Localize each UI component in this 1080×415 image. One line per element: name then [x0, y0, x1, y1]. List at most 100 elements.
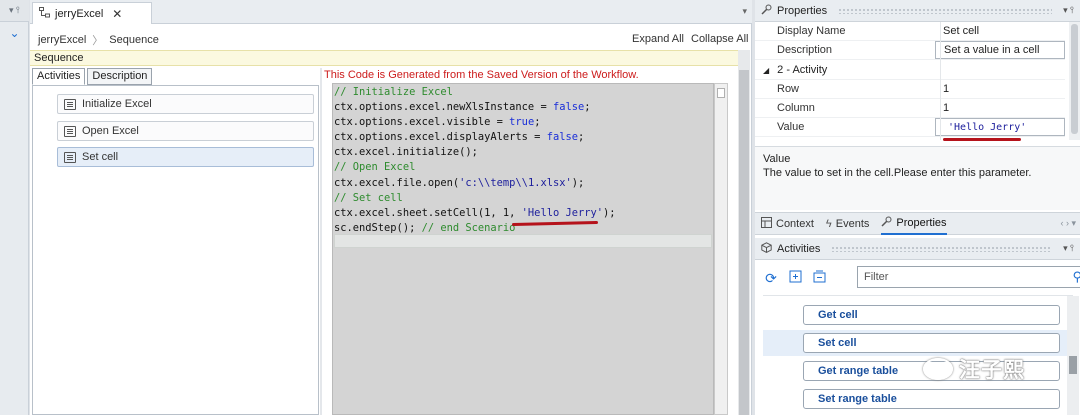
property-description-box: Value The value to set in the cell.Pleas…	[755, 146, 1080, 210]
property-description-title: Value	[763, 153, 791, 165]
tab-label: Context	[776, 217, 814, 230]
activities-toolbar: ⟳ Filter ⚲	[763, 264, 1080, 292]
description-field[interactable]: Set a value in a cell	[935, 41, 1065, 59]
code-token: // Set cell	[334, 191, 403, 204]
close-icon[interactable]: ✕	[112, 7, 122, 21]
code-token: // Open Excel	[334, 161, 416, 174]
code-token: // Initialize Excel	[334, 86, 453, 98]
prop-key: Display Name	[777, 25, 846, 37]
prop-row-description[interactable]: Description Set a value in a cell	[755, 41, 1065, 60]
prop-value[interactable]: 1	[935, 99, 1065, 117]
code-token: false	[552, 101, 585, 114]
activity-icon	[64, 125, 76, 137]
code-token: ;	[584, 101, 591, 114]
breadcrumb-root[interactable]: jerryExcel	[38, 34, 86, 46]
pin-icon[interactable]: ▾ ⫯	[9, 5, 20, 16]
code-token: ;	[534, 116, 541, 129]
value-highlight-underline	[943, 138, 1021, 141]
tab-context[interactable]: Context	[761, 213, 814, 235]
prop-row-column[interactable]: Column 1	[755, 99, 1065, 118]
code-scrollbar[interactable]	[714, 83, 728, 415]
collapse-icon[interactable]	[811, 270, 827, 286]
properties-scrollbar[interactable]	[1069, 22, 1080, 140]
watermark-text: 汪子熙	[959, 359, 1025, 382]
expand-icon[interactable]	[787, 270, 803, 286]
scrollbar-thumb[interactable]	[1071, 24, 1078, 134]
wechat-watermark: 汪子熙	[923, 354, 1025, 384]
document-tab[interactable]: jerryExcel ✕	[32, 2, 152, 24]
drag-handle[interactable]	[838, 7, 1053, 14]
drag-handle[interactable]	[831, 245, 1053, 252]
activities-panel-title: Activities	[777, 242, 821, 255]
prop-column-divider[interactable]	[940, 22, 941, 140]
generated-code-notice: This Code is Generated from the Saved Ve…	[324, 69, 639, 81]
code-token: true	[509, 116, 535, 129]
activities-icon	[761, 241, 772, 256]
tab-label: Properties	[896, 216, 947, 229]
activity-set-cell[interactable]: Set cell	[57, 147, 314, 167]
code-lines: // Initialize Excel ctx.options.excel.new…	[334, 85, 712, 236]
tab-description[interactable]: Description	[87, 68, 153, 85]
scrollbar-thumb[interactable]	[717, 88, 725, 98]
code-line: ctx.excel.file.open('c:\\temp\\1.xlsx');	[334, 176, 712, 191]
filter-placeholder: Filter	[864, 271, 889, 283]
scrollbar-thumb[interactable]	[739, 70, 749, 415]
activity-open-excel[interactable]: Open Excel	[57, 121, 314, 141]
breadcrumb-separator: 〉	[92, 35, 104, 47]
property-description-text: The value to set in the cell.Please ente…	[763, 167, 1032, 179]
chevron-down-icon[interactable]: ⌄	[0, 24, 29, 42]
tab-properties[interactable]: Properties	[881, 213, 947, 235]
code-token: );	[603, 206, 616, 219]
category-label: 2 - Activity	[777, 64, 828, 76]
wechat-icon	[923, 358, 953, 380]
prop-row-row[interactable]: Row 1	[755, 80, 1065, 99]
search-icon[interactable]: ⚲	[1072, 269, 1080, 285]
code-token: false	[546, 131, 578, 144]
activity-icon	[64, 98, 76, 110]
category-toggle-icon[interactable]: ◢	[755, 66, 769, 75]
tab-events[interactable]: ϟ Events	[826, 213, 869, 235]
collapse-all-link[interactable]: Collapse All	[691, 33, 748, 45]
pane-divider[interactable]	[320, 68, 322, 415]
editor-scrollbar[interactable]	[738, 50, 750, 415]
library-item-set-cell[interactable]: Set cell	[803, 333, 1060, 353]
activities-scrollbar[interactable]	[1067, 296, 1079, 415]
scrollbar-thumb[interactable]	[1069, 356, 1077, 374]
filter-input[interactable]: Filter ⚲	[857, 266, 1080, 288]
expand-all-link[interactable]: Expand All	[632, 33, 684, 45]
code-token: ctx.excel.sheet.setCell(1, 1,	[334, 206, 522, 219]
tab-activities[interactable]: Activities	[32, 68, 86, 85]
left-gutter	[0, 0, 29, 415]
view-tabs: Context ϟ Events Properties ‹ › ▾	[755, 212, 1080, 235]
tab-menu-icon[interactable]: ▾	[742, 6, 747, 17]
tab-label: Events	[835, 217, 870, 230]
code-line: // Initialize Excel	[334, 85, 712, 100]
prop-row-value[interactable]: Value 'Hello Jerry'	[755, 118, 1065, 137]
prop-key: Column	[777, 102, 815, 114]
prop-category-activity[interactable]: ◢ 2 - Activity	[755, 61, 1065, 80]
gutter-pin-controls[interactable]: ▾ ⫯	[0, 0, 29, 22]
code-line: // Set cell	[334, 191, 712, 206]
workflow-icon	[39, 6, 50, 21]
library-item-get-cell[interactable]: Get cell	[803, 305, 1060, 325]
panel-menu-icon[interactable]: ▾ ⫯	[1063, 5, 1074, 16]
panel-menu-icon[interactable]: ▾ ⫯	[1063, 243, 1074, 254]
refresh-icon[interactable]: ⟳	[763, 270, 779, 287]
prop-key: Row	[777, 83, 800, 95]
code-token: // end Scenario	[421, 221, 516, 234]
code-line: ctx.options.excel.newXlsInstance = false…	[334, 100, 712, 115]
view-tab-nav-icon[interactable]: ‹ › ▾	[1060, 218, 1076, 229]
sequence-header: Sequence	[30, 50, 746, 66]
code-token: ctx.excel.initialize();	[334, 146, 478, 159]
code-line: ctx.options.excel.displayAlerts = false;	[334, 130, 712, 145]
value-field[interactable]: 'Hello Jerry'	[935, 118, 1065, 136]
prop-value[interactable]: 1	[935, 80, 1065, 98]
prop-value[interactable]: Set cell	[935, 22, 1065, 40]
library-item-set-range-table[interactable]: Set range table	[803, 389, 1060, 409]
right-panels: Properties ▾ ⫯ Display Name Set cell Des…	[755, 0, 1080, 415]
prop-key: Value	[777, 121, 805, 133]
properties-icon	[881, 216, 892, 230]
prop-row-display-name[interactable]: Display Name Set cell	[755, 22, 1065, 41]
activity-initialize-excel[interactable]: Initialize Excel	[57, 94, 314, 114]
code-token: );	[571, 176, 585, 189]
